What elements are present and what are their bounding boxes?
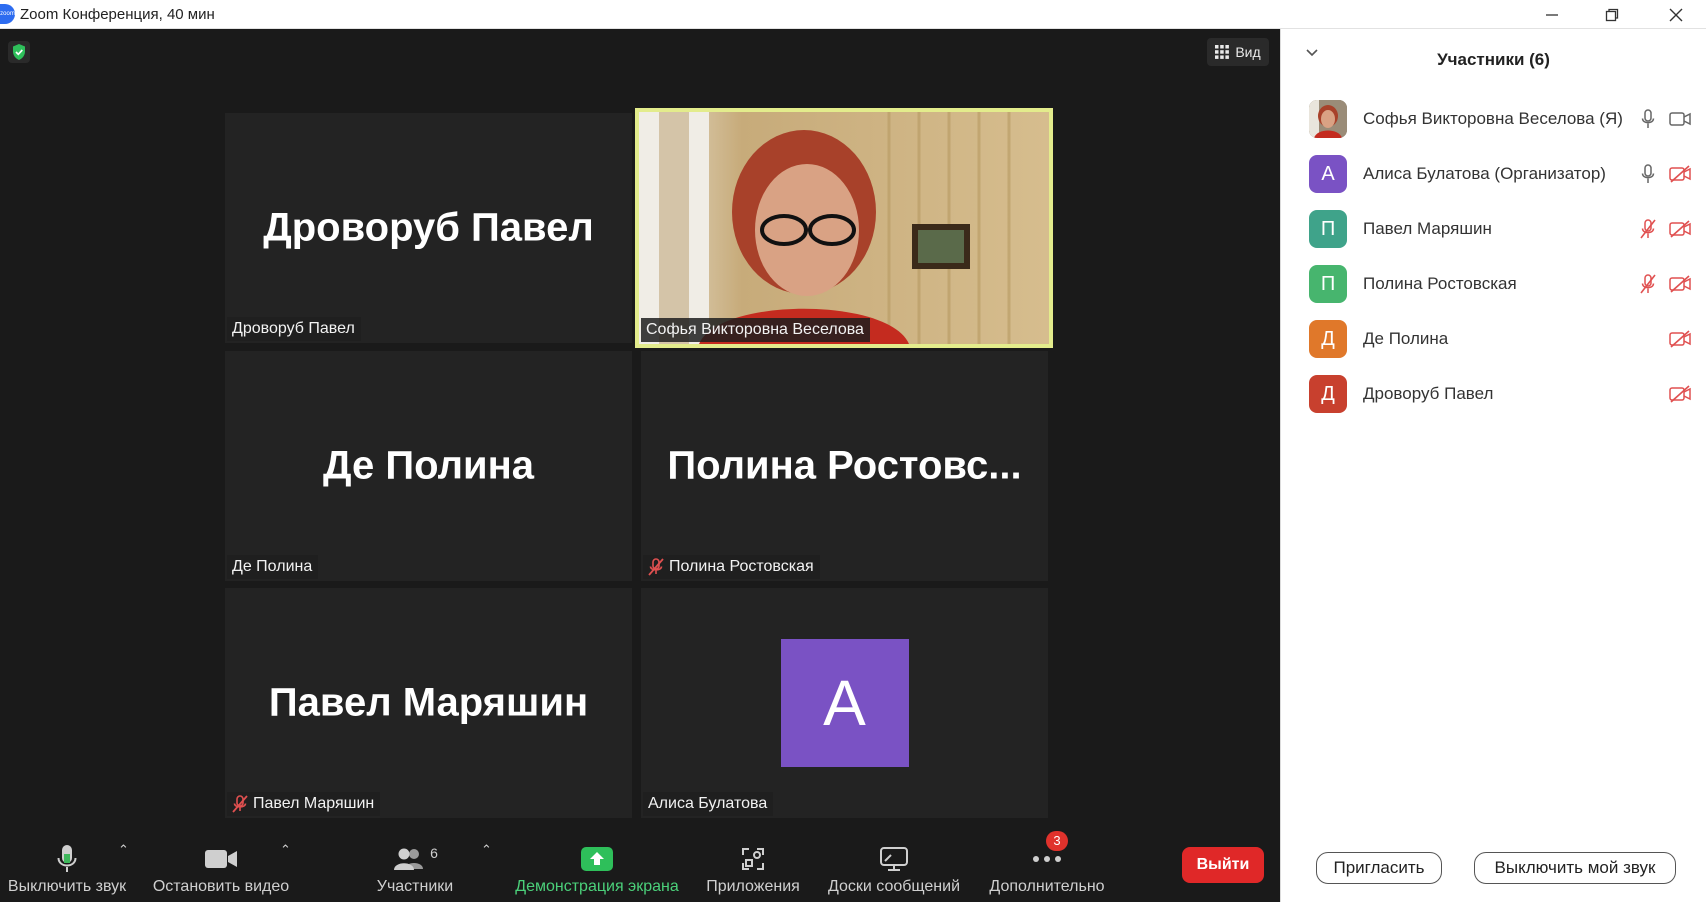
panel-title: Участники (6) (1437, 50, 1550, 69)
minimize-icon (1546, 13, 1558, 16)
leave-button[interactable]: Выйти (1182, 847, 1264, 883)
muted-mic-icon[interactable] (1637, 218, 1659, 240)
participant-name: Павел Маряшин (1363, 219, 1492, 238)
minimize-button[interactable] (1524, 0, 1580, 29)
stop-video-label: Остановить видео (152, 878, 290, 895)
meeting-area: Вид Дроворуб Павел Дроворуб Павел Софья … (0, 29, 1280, 902)
participant-name: Дроворуб Павел (1363, 384, 1494, 403)
meeting-toolbar: Выключить звук ⌃ Остановить видео ⌃ 6 Уч… (0, 828, 1280, 902)
muted-mic-icon (648, 558, 664, 576)
restore-button[interactable] (1584, 0, 1640, 29)
invite-button[interactable]: Пригласить (1316, 852, 1442, 884)
participant-row[interactable]: П Павел Маряшин (1309, 208, 1691, 250)
restore-icon (1605, 8, 1619, 21)
audio-options-caret-icon[interactable]: ⌃ (118, 842, 129, 858)
video-off-icon[interactable] (1669, 383, 1691, 405)
tile-name-label: Полина Ростовская (643, 555, 820, 579)
video-tile[interactable]: А Алиса Булатова (641, 588, 1048, 818)
participant-video (639, 112, 1049, 344)
tile-label-text: Павел Маряшин (253, 795, 375, 812)
video-tile[interactable]: Павел Маряшин Павел Маряшин (225, 588, 632, 818)
grid-icon (1215, 45, 1230, 59)
view-label: Вид (1235, 44, 1261, 60)
view-button[interactable]: Вид (1207, 38, 1269, 66)
participant-row[interactable]: П Полина Ростовская (1309, 263, 1691, 305)
close-button[interactable] (1648, 0, 1704, 29)
video-tile[interactable]: Де Полина Де Полина (225, 351, 632, 581)
tile-display-name: Дроворуб Павел (263, 205, 594, 250)
participant-name: Полина Ростовская (1363, 274, 1517, 293)
title-bar: zoom Zoom Конференция, 40 мин (0, 0, 1706, 29)
tile-name-label: Софья Викторовна Веселова (641, 318, 870, 342)
video-tile[interactable]: Дроворуб Павел Дроворуб Павел (225, 113, 632, 343)
participant-name: Де Полина (1363, 329, 1449, 348)
tile-name-label: Де Полина (227, 555, 319, 579)
stop-video-button[interactable]: Остановить видео (150, 836, 292, 898)
tile-label-text: Софья Викторовна Веселова (646, 321, 864, 338)
participants-label: Участники (376, 878, 454, 895)
participant-row[interactable]: Софья Викторовна Веселова (Я) (1309, 98, 1691, 140)
mute-label: Выключить звук (7, 878, 127, 895)
participant-row[interactable]: А Алиса Булатова (Организатор) (1309, 153, 1691, 195)
tile-name-label: Алиса Булатова (643, 792, 774, 816)
close-icon (1669, 8, 1683, 21)
whiteboards-label: Доски сообщений (827, 878, 961, 895)
whiteboard-icon (880, 847, 908, 871)
participant-avatar: Д (1309, 320, 1347, 358)
mute-button[interactable]: Выключить звук (5, 836, 129, 898)
participant-avatar: П (1309, 210, 1347, 248)
muted-mic-icon (232, 795, 248, 813)
tile-name-label: Дроворуб Павел (227, 317, 361, 341)
tile-label-text: Де Полина (232, 558, 313, 575)
share-screen-icon (581, 847, 613, 871)
mute-me-button[interactable]: Выключить мой звук (1474, 852, 1676, 884)
participant-row[interactable]: Д Дроворуб Павел (1309, 373, 1691, 415)
window-title: Zoom Конференция, 40 мин (20, 6, 215, 23)
more-dots-icon (1033, 856, 1061, 862)
apps-button[interactable]: Приложения (700, 836, 806, 898)
video-off-icon[interactable] (1669, 328, 1691, 350)
video-tile-active-speaker[interactable]: Софья Викторовна Веселова (635, 108, 1053, 348)
notification-badge: 3 (1046, 831, 1068, 851)
tile-label-text: Полина Ростовская (669, 558, 814, 575)
microphone-icon[interactable] (1637, 163, 1659, 185)
whiteboards-button[interactable]: Доски сообщений (822, 836, 966, 898)
microphone-icon[interactable] (1637, 108, 1659, 130)
video-camera-icon (205, 850, 237, 868)
tile-display-name: Полина Ростовс... (667, 443, 1022, 488)
apps-icon (742, 848, 764, 870)
tile-display-name: Де Полина (323, 443, 534, 488)
security-shield-icon[interactable] (8, 41, 30, 63)
participant-avatar: А (1309, 155, 1347, 193)
participants-panel: Участники (6) Софья Викторовна Веселова … (1280, 29, 1706, 902)
video-camera-icon[interactable] (1669, 108, 1691, 130)
video-off-icon[interactable] (1669, 218, 1691, 240)
participant-row[interactable]: Д Де Полина (1309, 318, 1691, 360)
participants-count: 6 (430, 845, 438, 861)
microphone-icon (57, 845, 77, 872)
zoom-app-icon: zoom (0, 4, 15, 24)
participants-button[interactable]: 6 Участники (370, 836, 460, 898)
tile-name-label: Павел Маряшин (227, 792, 381, 816)
video-off-icon[interactable] (1669, 273, 1691, 295)
share-screen-label: Демонстрация экрана (515, 878, 679, 895)
tile-display-name: Павел Маряшин (268, 680, 589, 725)
participant-photo-avatar (1309, 100, 1347, 138)
apps-label: Приложения (706, 878, 800, 895)
video-off-icon[interactable] (1669, 163, 1691, 185)
participant-name: Софья Викторовна Веселова (Я) (1363, 109, 1623, 128)
tile-label-text: Алиса Булатова (648, 795, 768, 812)
participants-icon (394, 848, 424, 870)
share-screen-button[interactable]: Демонстрация экрана (510, 836, 684, 898)
video-options-caret-icon[interactable]: ⌃ (280, 842, 291, 858)
participant-avatar: А (780, 639, 909, 767)
participant-avatar: П (1309, 265, 1347, 303)
video-tile[interactable]: Полина Ростовс... Полина Ростовская (641, 351, 1048, 581)
participant-avatar: Д (1309, 375, 1347, 413)
tile-label-text: Дроворуб Павел (232, 320, 355, 337)
participants-options-caret-icon[interactable]: ⌃ (481, 842, 492, 858)
more-label: Дополнительно (989, 878, 1105, 895)
participant-name: Алиса Булатова (Организатор) (1363, 164, 1606, 183)
muted-mic-icon[interactable] (1637, 273, 1659, 295)
